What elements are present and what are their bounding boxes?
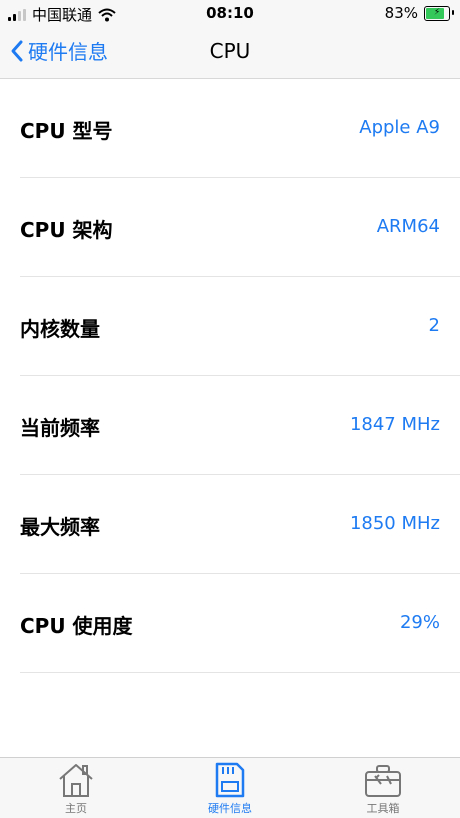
status-right: 83% ⚡ xyxy=(384,4,454,22)
tab-label: 硬件信息 xyxy=(208,802,252,815)
row-value: 29% xyxy=(399,612,440,633)
page-title: CPU xyxy=(209,39,251,63)
toolbox-icon xyxy=(365,765,401,797)
tab-label: 工具箱 xyxy=(366,802,400,815)
list-item-cpu-model: CPU 型号 Apple A9 xyxy=(20,79,460,178)
tab-toolbox[interactable]: 工具箱 xyxy=(323,762,443,816)
row-label: 内核数量 xyxy=(20,317,100,341)
list-item-cpu-usage: CPU 使用度 29% xyxy=(20,574,460,673)
battery-icon: ⚡ xyxy=(424,5,454,21)
list-item-cpu-architecture: CPU 架构 ARM64 xyxy=(20,178,460,277)
row-value: ARM64 xyxy=(376,216,440,237)
row-value: Apple A9 xyxy=(359,117,440,138)
list-item-max-frequency: 最大频率 1850 MHz xyxy=(20,475,460,574)
list-item-current-frequency: 当前频率 1847 MHz xyxy=(20,376,460,475)
row-label: CPU 型号 xyxy=(20,119,113,143)
screen: 中国联通 08:10 83% ⚡ 硬件信息 CPU CPU 型号 Apple A… xyxy=(0,0,460,818)
row-value: 1847 MHz xyxy=(349,414,440,435)
charging-bolt-icon: ⚡ xyxy=(433,7,441,18)
cpu-info-list: CPU 型号 Apple A9 CPU 架构 ARM64 内核数量 2 当前频率… xyxy=(0,79,460,673)
row-value: 2 xyxy=(428,315,440,336)
house-icon xyxy=(59,764,93,797)
row-label: CPU 使用度 xyxy=(20,614,133,638)
navigation-bar: 硬件信息 CPU xyxy=(0,28,460,79)
tab-label: 主页 xyxy=(65,802,87,815)
tab-hardware-info[interactable]: 硬件信息 xyxy=(170,762,290,816)
sd-card-icon xyxy=(215,762,245,798)
tab-bar: 主页 硬件信息 工具箱 xyxy=(0,757,460,818)
row-label: CPU 架构 xyxy=(20,218,113,242)
list-item-core-count: 内核数量 2 xyxy=(20,277,460,376)
row-value: 1850 MHz xyxy=(349,513,440,534)
row-label: 当前频率 xyxy=(20,416,100,440)
battery-percent: 83% xyxy=(384,4,418,22)
row-label: 最大频率 xyxy=(20,515,100,539)
tab-home[interactable]: 主页 xyxy=(16,762,136,816)
status-bar: 中国联通 08:10 83% ⚡ xyxy=(0,0,460,28)
